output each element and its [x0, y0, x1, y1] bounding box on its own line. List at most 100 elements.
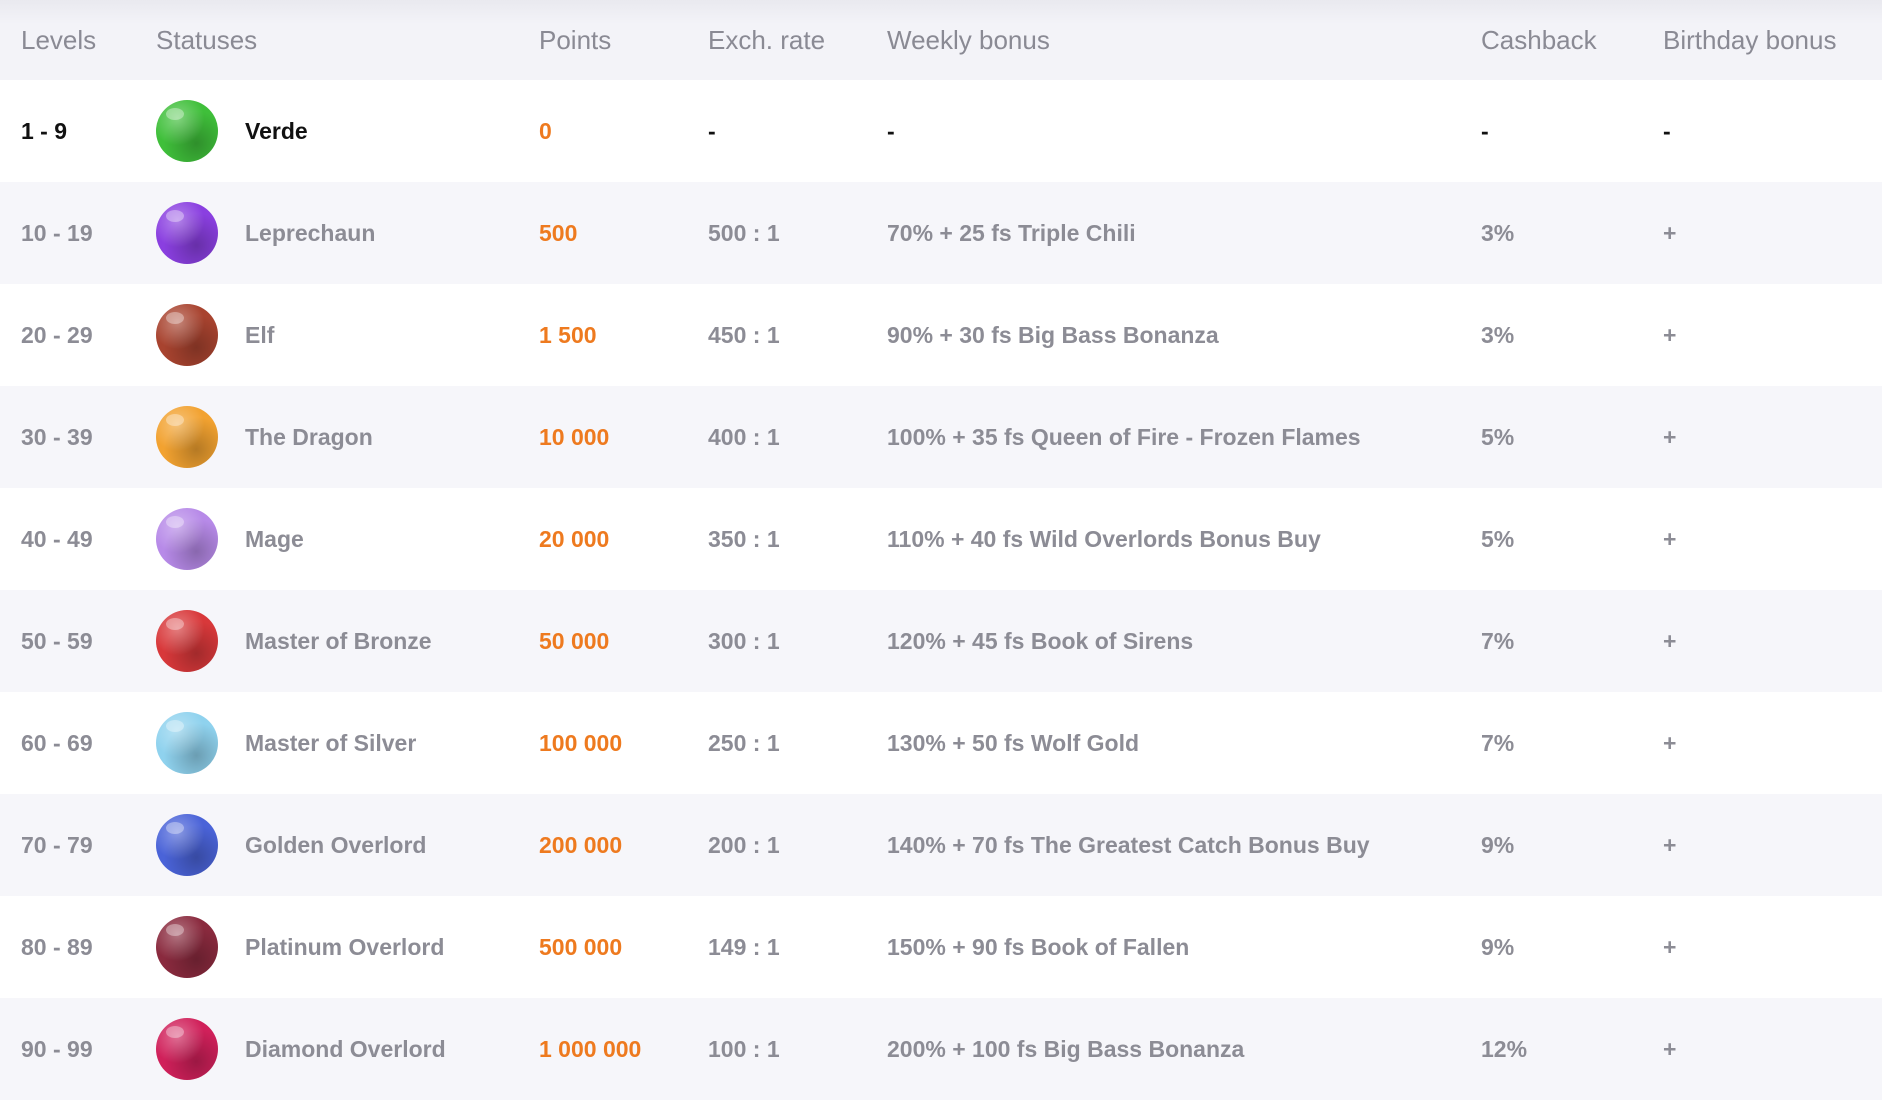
level-range: 10 - 19 — [21, 219, 93, 246]
magenta-spotted-planet-icon — [156, 1018, 218, 1080]
table-row: 60 - 69 Master of Silver 100 000 250 : 1 130… — [0, 692, 1882, 794]
header-weekly-bonus: Weekly bonus — [887, 24, 1050, 55]
level-range: 80 - 89 — [21, 933, 93, 960]
table-row: 50 - 59 Master of Bronze 50 000 300 : 1 120%… — [0, 590, 1882, 692]
status-name: Master of Bronze — [245, 627, 432, 654]
weekly-bonus-value: 70% + 25 fs Triple Chili — [887, 219, 1136, 246]
birthday-bonus-value: + — [1663, 219, 1677, 246]
exchange-rate-value: - — [708, 117, 716, 144]
rock-planet-icon — [156, 304, 218, 366]
points-value: 200 000 — [539, 831, 623, 858]
points-value: 500 000 — [539, 933, 623, 960]
birthday-bonus-value: + — [1663, 627, 1677, 654]
birthday-bonus-value: + — [1663, 729, 1677, 756]
weekly-bonus-value: 150% + 90 fs Book of Fallen — [887, 933, 1190, 960]
level-range: 70 - 79 — [21, 831, 93, 858]
table-row: 40 - 49 Mage 20 000 350 : 1 110% + 40 fs Wil… — [0, 488, 1882, 590]
maroon-cracked-planet-icon — [156, 916, 218, 978]
exchange-rate-value: 400 : 1 — [708, 423, 780, 450]
exchange-rate-value: 500 : 1 — [708, 219, 780, 246]
status-cell: Elf — [156, 304, 274, 366]
green-planet-icon — [156, 100, 218, 162]
red-lava-planet-icon — [156, 610, 218, 672]
header-birthday-bonus: Birthday bonus — [1663, 24, 1837, 55]
exchange-rate-value: 100 : 1 — [708, 1035, 780, 1062]
weekly-bonus-value: 100% + 35 fs Queen of Fire - Frozen Flam… — [887, 423, 1361, 450]
status-name: Golden Overlord — [245, 831, 427, 858]
status-name: Mage — [245, 525, 304, 552]
table-row: 20 - 29 Elf 1 500 450 : 1 90% + 30 fs Big Ba… — [0, 284, 1882, 386]
cashback-value: 5% — [1481, 423, 1515, 450]
header-statuses: Statuses — [156, 24, 258, 55]
cashback-value: 12% — [1481, 1035, 1528, 1062]
weekly-bonus-value: 120% + 45 fs Book of Sirens — [887, 627, 1194, 654]
status-cell: Leprechaun — [156, 202, 375, 264]
status-cell: Mage — [156, 508, 304, 570]
status-name: Platinum Overlord — [245, 933, 445, 960]
points-value: 0 — [539, 117, 552, 144]
status-name: Elf — [245, 321, 275, 348]
status-cell: Diamond Overlord — [156, 1018, 446, 1080]
cashback-value: 3% — [1481, 219, 1515, 246]
birthday-bonus-value: + — [1663, 1035, 1677, 1062]
status-cell: Platinum Overlord — [156, 916, 444, 978]
points-value: 100 000 — [539, 729, 623, 756]
cashback-value: - — [1481, 117, 1489, 144]
level-range: 30 - 39 — [21, 423, 93, 450]
status-name: The Dragon — [245, 423, 373, 450]
table-header: Levels Statuses Points Exch. rate Weekly… — [0, 0, 1882, 80]
level-range: 20 - 29 — [21, 321, 93, 348]
weekly-bonus-value: 130% + 50 fs Wolf Gold — [887, 729, 1140, 756]
level-range: 40 - 49 — [21, 525, 93, 552]
cashback-value: 7% — [1481, 729, 1515, 756]
orange-bubbles-planet-icon — [156, 406, 218, 468]
points-value: 10 000 — [539, 423, 610, 450]
table-row: 80 - 89 Platinum Overlord 500 000 149 : 1 15… — [0, 896, 1882, 998]
points-value: 20 000 — [539, 525, 610, 552]
weekly-bonus-value: - — [887, 117, 895, 144]
cashback-value: 5% — [1481, 525, 1515, 552]
exchange-rate-value: 250 : 1 — [708, 729, 780, 756]
exchange-rate-value: 200 : 1 — [708, 831, 780, 858]
weekly-bonus-value: 140% + 70 fs The Greatest Catch Bonus Bu… — [887, 831, 1370, 858]
lilac-moon-planet-icon — [156, 508, 218, 570]
points-value: 500 — [539, 219, 578, 246]
table-row: 30 - 39 The Dragon 10 000 400 : 1 100% + 35 … — [0, 386, 1882, 488]
exchange-rate-value: 149 : 1 — [708, 933, 780, 960]
exchange-rate-value: 350 : 1 — [708, 525, 780, 552]
exchange-rate-value: 300 : 1 — [708, 627, 780, 654]
status-name: Master of Silver — [245, 729, 417, 756]
blue-purple-planet-icon — [156, 814, 218, 876]
birthday-bonus-value: + — [1663, 525, 1677, 552]
points-value: 1 500 — [539, 321, 597, 348]
header-cashback: Cashback — [1481, 24, 1597, 55]
header-levels: Levels — [21, 24, 97, 55]
status-cell: Golden Overlord — [156, 814, 426, 876]
cashback-value: 7% — [1481, 627, 1515, 654]
level-range: 60 - 69 — [21, 729, 93, 756]
birthday-bonus-value: + — [1663, 831, 1677, 858]
header-points: Points — [539, 24, 612, 55]
level-range: 50 - 59 — [21, 627, 93, 654]
status-cell: Master of Bronze — [156, 610, 432, 672]
points-value: 1 000 000 — [539, 1035, 642, 1062]
light-blue-planet-icon — [156, 712, 218, 774]
cashback-value: 9% — [1481, 831, 1515, 858]
status-cell: Master of Silver — [156, 712, 416, 774]
purple-swirl-planet-icon — [156, 202, 218, 264]
birthday-bonus-value: + — [1663, 933, 1677, 960]
table-row: 10 - 19 Leprechaun 500 500 : 1 70% + 25 fs T… — [0, 182, 1882, 284]
birthday-bonus-value: + — [1663, 321, 1677, 348]
weekly-bonus-value: 110% + 40 fs Wild Overlords Bonus Buy — [887, 525, 1321, 552]
cashback-value: 9% — [1481, 933, 1515, 960]
status-name: Leprechaun — [245, 219, 376, 246]
status-cell: The Dragon — [156, 406, 373, 468]
level-range: 90 - 99 — [21, 1035, 93, 1062]
weekly-bonus-value: 90% + 30 fs Big Bass Bonanza — [887, 321, 1219, 348]
vip-levels-table: Levels Statuses Points Exch. rate Weekly… — [0, 0, 1882, 1100]
cashback-value: 3% — [1481, 321, 1515, 348]
table-row: 1 - 9 Verde 0 - - - - — [0, 80, 1882, 182]
points-value: 50 000 — [539, 627, 610, 654]
table-row: 70 - 79 Golden Overlord 200 000 200 : 1 140%… — [0, 794, 1882, 896]
birthday-bonus-value: - — [1663, 117, 1671, 144]
